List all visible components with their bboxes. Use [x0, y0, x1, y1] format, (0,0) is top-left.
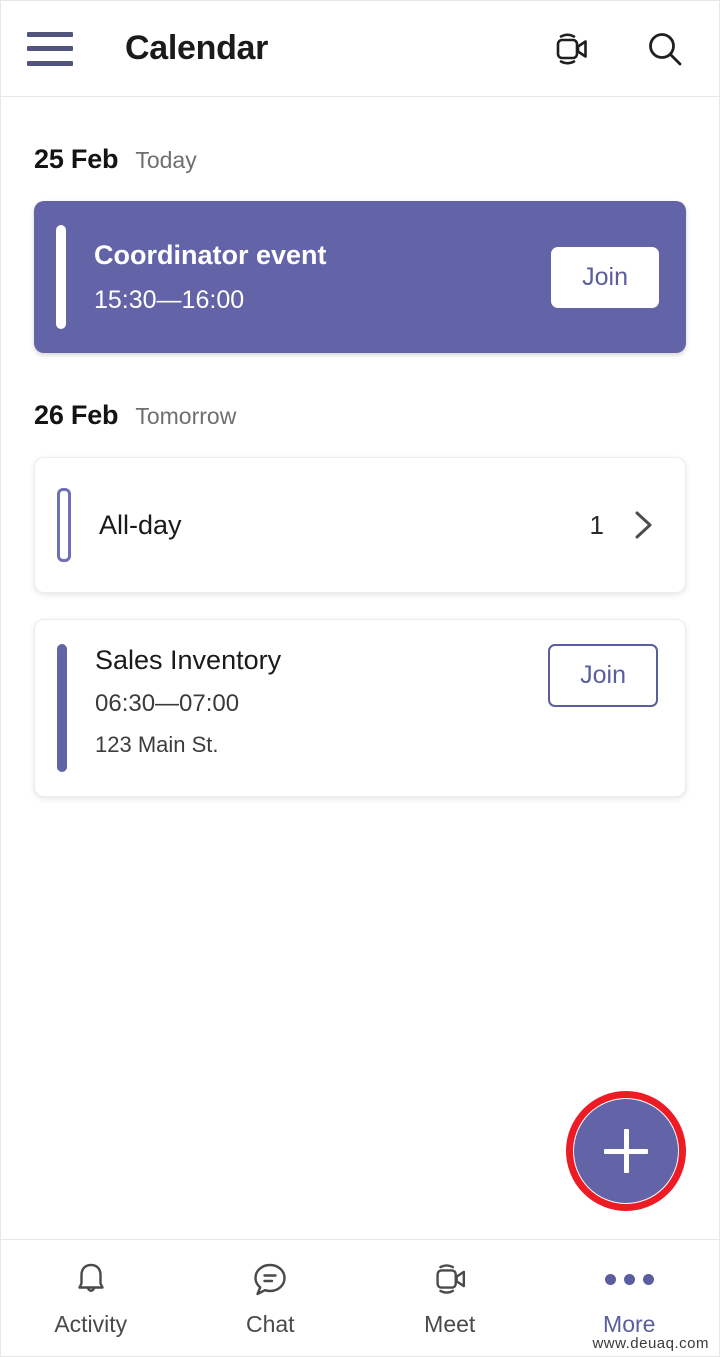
nav-item-meet[interactable]: Meet: [360, 1240, 540, 1356]
header-actions: [545, 23, 691, 75]
day-header: 26 Feb Tomorrow: [34, 353, 686, 431]
event-details: Coordinator event 15:30—16:00: [94, 239, 551, 316]
day-relative-label: Today: [135, 147, 197, 173]
search-icon: [649, 32, 682, 65]
video-camera-icon: [556, 32, 587, 65]
event-card-coordinator-event[interactable]: Coordinator event 15:30—16:00 Join: [34, 201, 686, 353]
hamburger-menu-icon[interactable]: [27, 31, 73, 66]
event-accent-bar: [56, 225, 66, 329]
chevron-right-icon[interactable]: [628, 503, 658, 547]
nav-label: Meet: [424, 1311, 476, 1337]
calendar-app-screen: Calendar 25 Feb Today Coordinator event …: [0, 0, 720, 1357]
nav-label: Chat: [245, 1311, 295, 1337]
event-title: Sales Inventory: [95, 645, 282, 675]
nav-item-chat[interactable]: Chat: [181, 1240, 361, 1356]
chat-bubble-icon: [250, 1258, 290, 1300]
plus-icon: [623, 1129, 629, 1173]
event-accent-bar: [57, 644, 67, 772]
day-relative-label: Tomorrow: [135, 403, 237, 429]
hamburger-line: [27, 60, 73, 66]
event-details: Sales Inventory 06:30—07:00 123 Main St.: [95, 644, 548, 758]
nav-label: Activity: [54, 1311, 128, 1337]
all-day-accent-bar: [57, 488, 71, 562]
chevron-right-glyph: [635, 511, 652, 539]
ellipsis-dot: [642, 1273, 654, 1285]
meet-now-button[interactable]: [545, 23, 597, 75]
event-title: Coordinator event: [94, 239, 327, 270]
join-button[interactable]: Join: [548, 644, 658, 707]
day-header: 25 Feb Today: [34, 97, 686, 175]
nav-label: More: [603, 1311, 656, 1337]
hamburger-line: [27, 46, 73, 51]
join-button[interactable]: Join: [551, 246, 659, 308]
event-location: 123 Main St.: [95, 731, 219, 757]
video-camera-icon: [429, 1258, 471, 1300]
site-watermark: www.deuaq.com: [592, 1335, 709, 1352]
new-event-fab[interactable]: [574, 1099, 678, 1203]
app-header: Calendar: [1, 1, 719, 97]
search-button[interactable]: [639, 23, 691, 75]
all-day-row[interactable]: All-day 1: [34, 457, 686, 593]
ellipsis-dot: [604, 1273, 616, 1285]
all-day-count: 1: [589, 509, 604, 540]
event-card-sales-inventory[interactable]: Sales Inventory 06:30—07:00 123 Main St.…: [34, 619, 686, 797]
bell-icon: [71, 1258, 111, 1300]
ellipsis-dot: [623, 1273, 635, 1285]
all-day-label: All-day: [99, 509, 182, 540]
new-event-fab-wrapper: [566, 1091, 686, 1211]
nav-item-activity[interactable]: Activity: [1, 1240, 181, 1356]
hamburger-line: [27, 31, 73, 37]
page-title: Calendar: [125, 29, 269, 67]
bottom-navigation-bar: Activity Chat Meet More www.deuaq.com: [1, 1239, 719, 1356]
event-time: 06:30—07:00: [95, 689, 240, 717]
calendar-agenda-list: 25 Feb Today Coordinator event 15:30—16:…: [1, 97, 719, 1239]
day-date: 26 Feb: [34, 400, 119, 430]
day-date: 25 Feb: [34, 144, 119, 174]
event-time: 15:30—16:00: [94, 286, 245, 315]
ellipsis-icon: [604, 1258, 654, 1300]
